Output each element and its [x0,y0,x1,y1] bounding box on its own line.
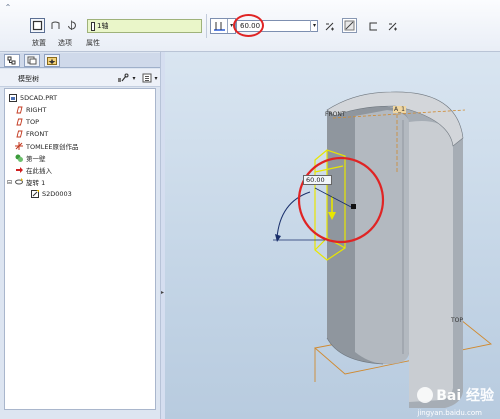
tree-show-icon [142,73,152,83]
feature-dashboard: ⌃ 1轴 ▾ 60.00 ▾ 放置 选项 属性 [0,0,500,52]
surface-button[interactable] [48,18,63,33]
tree-item-part[interactable]: 5DCAD.PRT [9,93,57,103]
tree-item-feature[interactable]: 第一壁 [15,153,46,163]
tree-item-label: 5DCAD.PRT [20,94,58,102]
tab-folder-browser[interactable] [24,54,40,67]
watermark-text: Bai 经验 [436,388,494,404]
coordinate-system-icon [15,142,23,150]
tab-options[interactable]: 选项 [58,38,72,48]
insert-here-arrow-icon [16,167,23,173]
chevron-down-icon[interactable]: ▾ [130,72,138,84]
label-top: TOP [451,317,464,324]
flip-direction-button[interactable] [64,18,79,33]
sketch-icon [31,190,39,198]
model-tree-title: 模型树 [18,75,39,83]
tree-item-label: RIGHT [26,106,47,114]
model-tree-header: 模型树 ▾ ▾ [0,69,160,87]
tree-settings-icon [118,73,129,82]
tab-properties[interactable]: 属性 [86,38,100,48]
remove-material-button[interactable] [342,18,357,33]
highlight-ring-angle [233,14,264,37]
drag-handle [351,204,356,209]
favorites-icon [47,57,57,65]
tree-item-insert-here[interactable]: 在此插入 [15,165,52,175]
flip-thicken-button[interactable] [385,19,400,34]
tree-item-label: S2D0003 [42,190,72,198]
arc-arrow-head [275,234,281,242]
model-tree: 5DCAD.PRT RIGHT TOP FRONT TOMLEE原创作品 第一壁… [4,88,156,410]
angle-value-dropdown[interactable]: ▾ [310,20,318,32]
tree-settings-button[interactable] [116,72,130,84]
angle-dimension-input[interactable]: 60.00 [303,175,332,185]
variable-angle-icon [214,22,225,31]
navigator-tabs [0,53,160,68]
tree-item-label: 在此插入 [26,167,52,175]
tree-item-label: TOP [26,118,40,126]
tree-item-top[interactable]: TOP [15,117,39,127]
feature-icon [15,154,23,162]
tree-item-right[interactable]: RIGHT [15,105,46,115]
watermark: Bai 经验 [417,385,494,405]
solid-button[interactable] [30,18,45,33]
thicken-icon [369,22,377,31]
collapse-dashboard-icon[interactable]: ⌃ [2,2,14,14]
thicken-sketch-button[interactable] [366,19,381,34]
tab-placement[interactable]: 放置 [32,38,46,48]
graphics-window[interactable]: FRONT A_1 TOP 60.00 Bai 经验 jingyan.baidu… [165,52,500,419]
sash-grip-icon[interactable]: ▸ [161,289,164,296]
tab-favorites[interactable] [44,54,60,67]
axis-collector-field[interactable]: 1轴 [87,19,202,33]
axis-collector-value: 1轴 [97,22,109,30]
datum-plane-icon [16,106,23,114]
tree-item-label: 第一壁 [26,155,46,163]
tree-item-sketch[interactable]: S2D0003 [31,189,72,199]
chevron-down-icon[interactable]: ▾ [152,72,160,84]
angle-dimension-arc [276,191,311,239]
flip-icon [325,22,334,31]
model-tree-icon [7,56,16,65]
paw-logo-icon [417,387,434,403]
expand-icon[interactable]: ⊟ [7,179,12,186]
folder-browser-icon [27,56,37,65]
cylinder-inner-surface [409,121,453,402]
datum-plane-icon [16,130,23,138]
angle-dimension-value: 60.00 [306,176,325,184]
axis-collector-icon [91,21,95,31]
flip-angle-button[interactable] [322,19,337,34]
flip-thicken-icon [388,22,397,31]
revolve-direction-icon [68,20,76,30]
surface-icon [51,21,60,29]
watermark-url: jingyan.baidu.com [417,409,482,417]
solid-icon [32,20,43,31]
remove-material-icon [344,20,355,31]
datum-plane-icon [16,118,23,126]
tree-item-csys[interactable]: TOMLEE原创作品 [15,141,79,151]
label-front: FRONT [325,111,346,118]
model-viewport [273,91,493,408]
tree-item-label: 旋转 1 [26,179,46,187]
label-axis: A_1 [393,106,406,113]
revolve-feature-icon [15,178,24,185]
part-icon [9,94,17,102]
tree-item-revolve[interactable]: ⊟ 旋转 1 [7,177,45,187]
toolbar-divider [206,14,207,38]
tree-item-label: FRONT [26,130,49,138]
tab-model-tree[interactable] [4,54,20,67]
tree-item-front[interactable]: FRONT [15,129,48,139]
tree-item-label: TOMLEE原创作品 [26,143,79,151]
